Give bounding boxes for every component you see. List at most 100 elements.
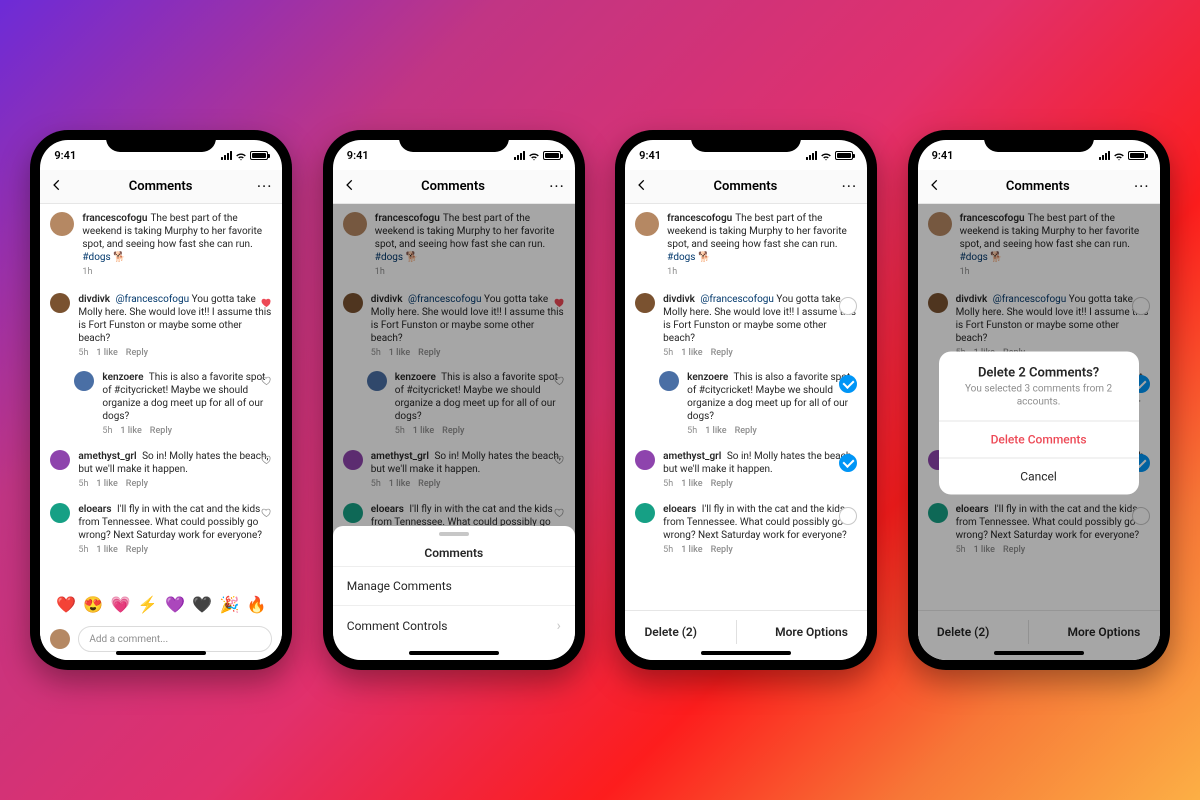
emoji-quick-⚡[interactable]: ⚡ bbox=[138, 595, 158, 614]
emoji-quick-😍[interactable]: 😍 bbox=[83, 595, 103, 614]
reply-button[interactable]: Reply bbox=[126, 479, 148, 491]
avatar[interactable] bbox=[928, 293, 948, 313]
more-options-button[interactable]: More Options bbox=[1067, 625, 1140, 639]
comment-likes[interactable]: 1 like bbox=[681, 479, 702, 491]
emoji-quick-💗[interactable]: 💗 bbox=[111, 595, 131, 614]
avatar[interactable] bbox=[635, 450, 655, 470]
alert-delete-button[interactable]: Delete Comments bbox=[939, 420, 1139, 457]
home-indicator[interactable] bbox=[409, 651, 499, 655]
comment-username[interactable]: divdivk bbox=[956, 294, 988, 305]
select-checkbox[interactable] bbox=[839, 454, 857, 472]
emoji-quick-💜[interactable]: 💜 bbox=[165, 595, 185, 614]
comment-row[interactable]: divdivk @francescofogu You gotta take Mo… bbox=[40, 287, 282, 366]
select-checkbox[interactable] bbox=[1132, 507, 1150, 525]
comment-username[interactable]: kenzoere bbox=[687, 372, 728, 383]
post-hashtag[interactable]: #dogs bbox=[375, 252, 403, 263]
comment-username[interactable]: divdivk bbox=[371, 294, 403, 305]
reply-button[interactable]: Reply bbox=[442, 426, 464, 438]
like-button[interactable] bbox=[554, 454, 565, 468]
comment-row[interactable]: eloears I'll fly in with the cat and the… bbox=[625, 497, 867, 563]
reply-button[interactable]: Reply bbox=[711, 545, 733, 557]
more-options-button[interactable]: More Options bbox=[775, 625, 848, 639]
comment-likes[interactable]: 1 like bbox=[96, 479, 117, 491]
select-checkbox[interactable] bbox=[1132, 297, 1150, 315]
post-hashtag[interactable]: #dogs bbox=[82, 252, 110, 263]
comment-row[interactable]: divdivk @francescofogu You gotta take Mo… bbox=[333, 287, 575, 366]
reply-button[interactable]: Reply bbox=[126, 545, 148, 557]
back-button[interactable] bbox=[635, 177, 649, 196]
avatar[interactable] bbox=[50, 503, 70, 523]
emoji-quick-❤️[interactable]: ❤️ bbox=[56, 595, 76, 614]
avatar[interactable] bbox=[343, 212, 367, 236]
comment-username[interactable]: divdivk bbox=[78, 294, 110, 305]
like-button[interactable] bbox=[554, 297, 565, 311]
post-username[interactable]: francescofogu bbox=[667, 213, 732, 224]
mention[interactable]: @francescofogu bbox=[993, 294, 1067, 305]
select-checkbox[interactable] bbox=[839, 375, 857, 393]
comment-row[interactable]: eloears I'll fly in with the cat and the… bbox=[40, 497, 282, 563]
comment-likes[interactable]: 1 like bbox=[96, 545, 117, 557]
comment-username[interactable]: kenzoere bbox=[395, 372, 436, 383]
mention[interactable]: @francescofogu bbox=[116, 294, 190, 305]
sheet-handle[interactable] bbox=[439, 532, 469, 536]
reply-button[interactable]: Reply bbox=[711, 348, 733, 360]
comment-username[interactable]: amethyst_grl bbox=[371, 451, 429, 462]
like-button[interactable] bbox=[261, 375, 272, 389]
reply-button[interactable]: Reply bbox=[126, 348, 148, 360]
more-button[interactable]: ··· bbox=[549, 179, 565, 195]
comment-username[interactable]: eloears bbox=[663, 504, 696, 515]
comment-row[interactable]: amethyst_grl So in! Molly hates the beac… bbox=[625, 444, 867, 497]
reply-button[interactable]: Reply bbox=[418, 348, 440, 360]
reply-button[interactable]: Reply bbox=[150, 426, 172, 438]
reply-button[interactable]: Reply bbox=[735, 426, 757, 438]
comment-row[interactable]: kenzoere This is also a favorite spot of… bbox=[40, 365, 282, 444]
comment-row[interactable]: kenzoere This is also a favorite spot of… bbox=[333, 365, 575, 444]
comment-row[interactable]: amethyst_grl So in! Molly hates the beac… bbox=[333, 444, 575, 497]
comment-row[interactable]: amethyst_grl So in! Molly hates the beac… bbox=[40, 444, 282, 497]
avatar[interactable] bbox=[74, 371, 94, 391]
post-hashtag[interactable]: #dogs bbox=[960, 252, 988, 263]
more-button[interactable]: ··· bbox=[842, 179, 858, 195]
delete-selected-button[interactable]: Delete (2) bbox=[644, 625, 697, 639]
sheet-manage-comments[interactable]: Manage Comments bbox=[333, 566, 575, 605]
like-button[interactable] bbox=[261, 454, 272, 468]
avatar[interactable] bbox=[635, 293, 655, 313]
avatar[interactable] bbox=[635, 503, 655, 523]
back-button[interactable] bbox=[343, 177, 357, 196]
comment-likes[interactable]: 1 like bbox=[389, 348, 410, 360]
emoji-quick-🖤[interactable]: 🖤 bbox=[192, 595, 212, 614]
emoji-quick-🎉[interactable]: 🎉 bbox=[220, 595, 240, 614]
comment-likes[interactable]: 1 like bbox=[413, 426, 434, 438]
comment-likes[interactable]: 1 like bbox=[96, 348, 117, 360]
comment-row[interactable]: kenzoere This is also a favorite spot of… bbox=[625, 365, 867, 444]
reply-button[interactable]: Reply bbox=[711, 479, 733, 491]
avatar[interactable] bbox=[50, 212, 74, 236]
post-username[interactable]: francescofogu bbox=[960, 213, 1025, 224]
back-button[interactable] bbox=[928, 177, 942, 196]
emoji-quick-🔥[interactable]: 🔥 bbox=[247, 595, 267, 614]
home-indicator[interactable] bbox=[116, 651, 206, 655]
comment-row[interactable]: divdivk @francescofogu You gotta take Mo… bbox=[625, 287, 867, 366]
avatar[interactable] bbox=[343, 293, 363, 313]
comment-username[interactable]: eloears bbox=[78, 504, 111, 515]
more-button[interactable]: ··· bbox=[1134, 179, 1150, 195]
avatar[interactable] bbox=[50, 450, 70, 470]
sheet-comment-controls[interactable]: Comment Controls› bbox=[333, 605, 575, 646]
home-indicator[interactable] bbox=[994, 651, 1084, 655]
avatar[interactable] bbox=[343, 503, 363, 523]
comment-row[interactable]: eloears I'll fly in with the cat and the… bbox=[918, 497, 1160, 563]
comment-input[interactable]: Add a comment... bbox=[78, 626, 272, 652]
avatar[interactable] bbox=[343, 450, 363, 470]
like-button[interactable] bbox=[554, 507, 565, 521]
mention[interactable]: @francescofogu bbox=[408, 294, 482, 305]
post-username[interactable]: francescofogu bbox=[82, 213, 147, 224]
comment-likes[interactable]: 1 like bbox=[120, 426, 141, 438]
home-indicator[interactable] bbox=[701, 651, 791, 655]
comment-likes[interactable]: 1 like bbox=[681, 545, 702, 557]
avatar[interactable] bbox=[659, 371, 679, 391]
like-button[interactable] bbox=[554, 375, 565, 389]
comment-likes[interactable]: 1 like bbox=[974, 545, 995, 557]
delete-selected-button[interactable]: Delete (2) bbox=[937, 625, 990, 639]
comment-username[interactable]: eloears bbox=[956, 504, 989, 515]
reply-button[interactable]: Reply bbox=[1003, 545, 1025, 557]
